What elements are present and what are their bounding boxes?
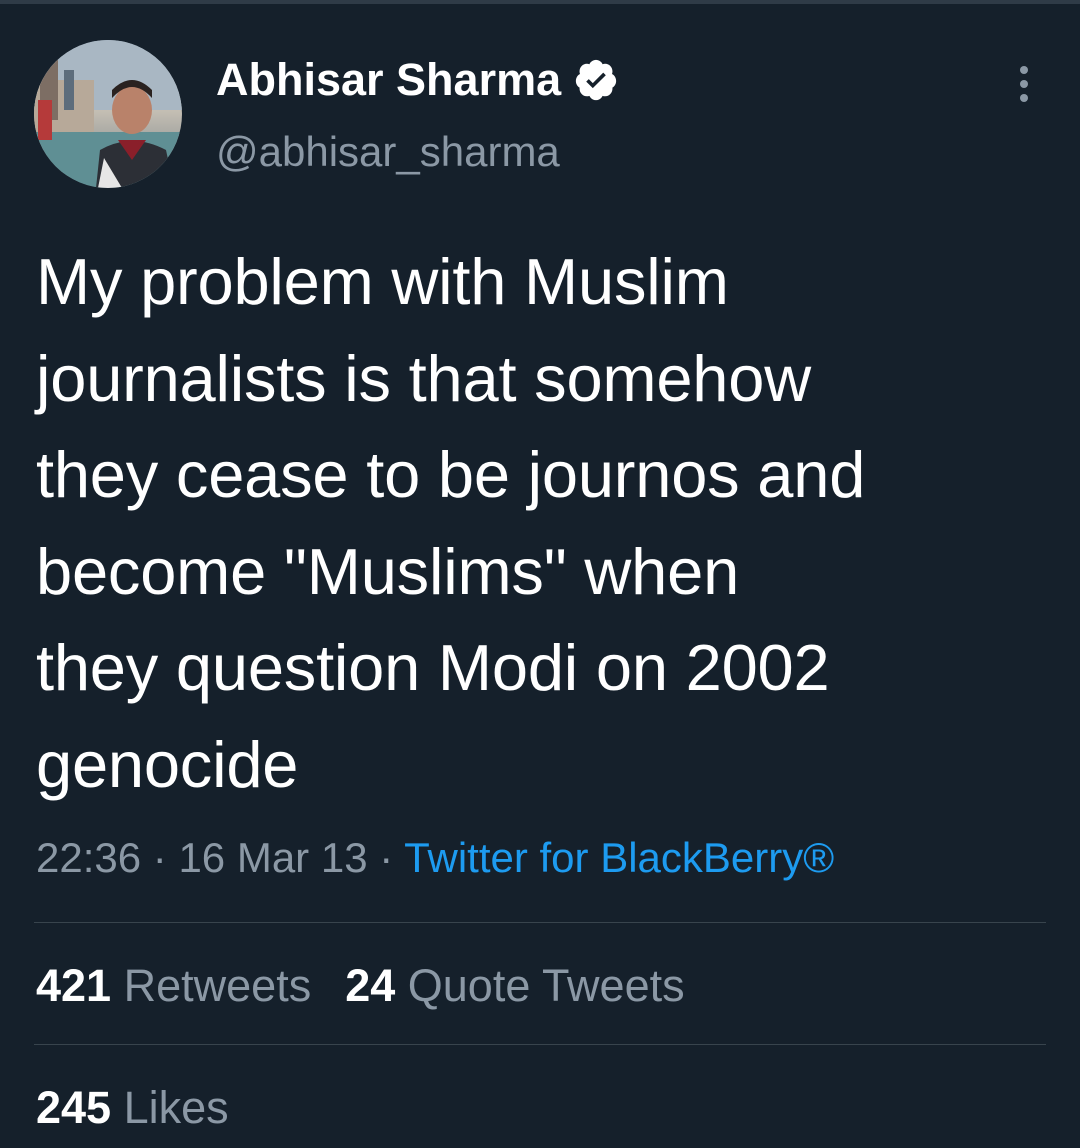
tweet-date[interactable]: 16 Mar 13 bbox=[178, 834, 367, 881]
divider bbox=[34, 1044, 1046, 1045]
tweet-meta: 22:36 · 16 Mar 13 · Twitter for BlackBer… bbox=[36, 832, 834, 884]
meta-separator: · bbox=[152, 834, 167, 881]
engagement-stats: 421 Retweets 24 Quote Tweets bbox=[36, 960, 685, 1012]
retweets-count: 421 bbox=[36, 960, 112, 1011]
verified-badge-icon bbox=[575, 59, 617, 101]
top-border bbox=[0, 0, 1080, 4]
retweets-stat[interactable]: 421 Retweets bbox=[36, 960, 311, 1012]
quote-tweets-count: 24 bbox=[345, 960, 396, 1011]
author-display-name-row[interactable]: Abhisar Sharma bbox=[216, 54, 619, 106]
retweets-label: Retweets bbox=[123, 960, 312, 1011]
quote-tweets-label: Quote Tweets bbox=[407, 960, 685, 1011]
likes-label: Likes bbox=[123, 1082, 229, 1133]
more-vertical-icon[interactable] bbox=[1004, 62, 1044, 106]
likes-stats: 245 Likes bbox=[36, 1082, 229, 1134]
author-display-name[interactable]: Abhisar Sharma bbox=[216, 54, 561, 106]
likes-count: 245 bbox=[36, 1082, 112, 1133]
avatar[interactable] bbox=[34, 40, 182, 188]
tweet-source-link[interactable]: Twitter for BlackBerry® bbox=[404, 834, 834, 881]
tweet-time[interactable]: 22:36 bbox=[36, 834, 141, 881]
tweet-text: My problem with Muslim journalists is th… bbox=[36, 245, 866, 801]
meta-separator: · bbox=[379, 834, 394, 881]
avatar-photo bbox=[34, 40, 182, 188]
likes-stat[interactable]: 245 Likes bbox=[36, 1082, 229, 1134]
author-handle[interactable]: @abhisar_sharma bbox=[216, 126, 560, 178]
quote-tweets-stat[interactable]: 24 Quote Tweets bbox=[345, 960, 684, 1012]
divider bbox=[34, 922, 1046, 923]
